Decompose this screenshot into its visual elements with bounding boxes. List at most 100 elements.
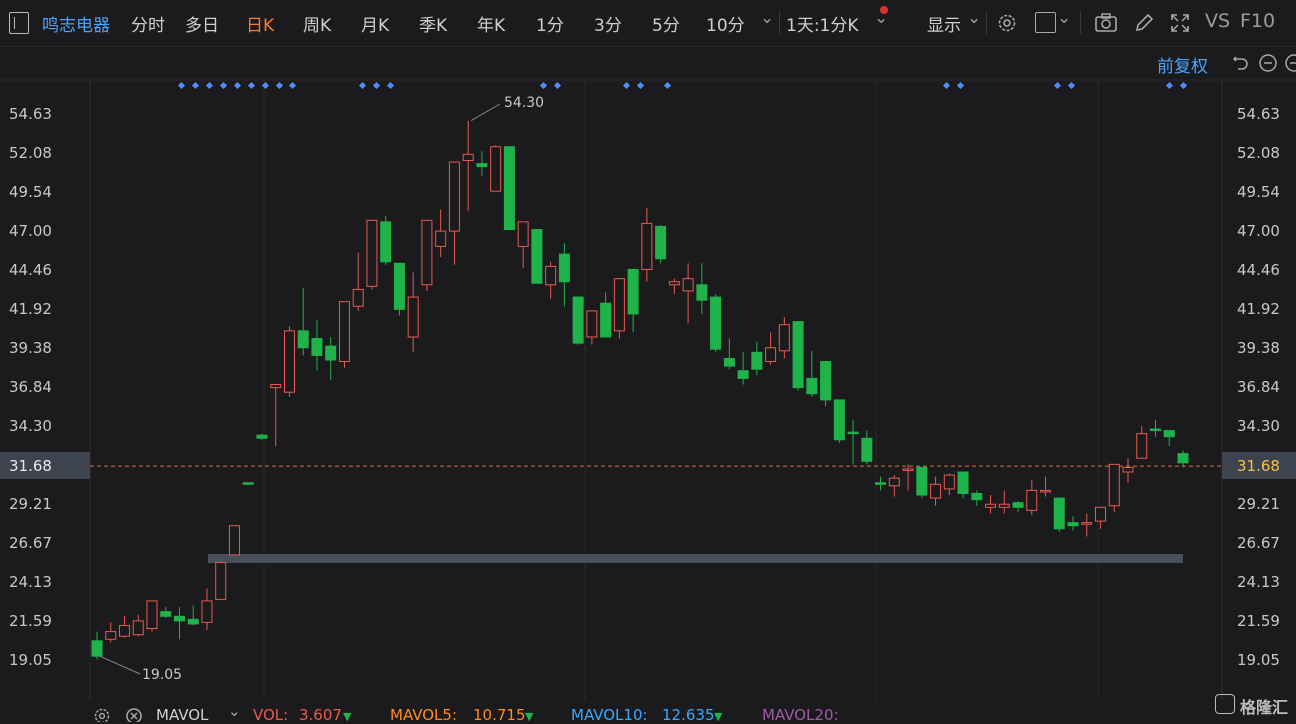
kline-chart[interactable] [0, 47, 1296, 700]
y-tick-right: 52.08 [1237, 144, 1280, 163]
candle-down [847, 431, 859, 435]
candle-up [407, 296, 419, 338]
vol-value: 3.607 [299, 706, 342, 724]
tab-period-2[interactable]: 日K [246, 11, 274, 36]
candle-up [366, 219, 378, 287]
candle-up [586, 310, 598, 338]
tab-period-7[interactable]: 1分 [536, 11, 564, 36]
tab-period-10[interactable]: 10分 [706, 11, 745, 36]
candle-up [215, 562, 227, 600]
tab-period-0[interactable]: 分时 [131, 11, 165, 36]
tab-period-9[interactable]: 5分 [652, 11, 680, 36]
candle-up [1040, 489, 1052, 493]
mavol10-label: MAVOL10: [571, 706, 648, 724]
candle-up [613, 278, 625, 332]
candle-up [668, 281, 680, 286]
watermark-logo-icon [1215, 694, 1235, 714]
settings-gear-icon[interactable] [92, 706, 112, 722]
candle-up [778, 324, 790, 352]
candle-down [393, 262, 405, 310]
candle-down [1150, 428, 1162, 432]
interval-select[interactable]: 1天:1分K [786, 11, 859, 36]
tab-period-3[interactable]: 周K [303, 11, 331, 36]
y-tick-left: 26.67 [9, 534, 52, 553]
candle-down [957, 471, 969, 494]
candle-up [146, 600, 158, 630]
candle-down [1053, 497, 1065, 530]
y-tick-right: 47.00 [1237, 222, 1280, 241]
y-tick-right: 44.46 [1237, 261, 1280, 280]
display-chevron-icon[interactable]: ⌄ [967, 8, 981, 28]
candle-down [325, 345, 337, 361]
candle-down [971, 492, 983, 501]
zoom-in-icon[interactable] [1284, 53, 1296, 73]
candle-up [462, 153, 474, 161]
adjust-mode-button[interactable]: 前复权 [1157, 52, 1208, 77]
y-tick-left: 34.30 [9, 416, 52, 435]
high-leader-line [470, 103, 501, 122]
y-tick-left: 31.68 [9, 457, 52, 476]
candle-up [490, 146, 502, 192]
y-tick-left: 54.63 [9, 105, 52, 123]
candle-up [105, 631, 117, 640]
candle-up [682, 278, 694, 292]
tab-period-1[interactable]: 多日 [185, 11, 219, 36]
indicator-name[interactable]: MAVOL [156, 706, 208, 724]
candle-up [1136, 433, 1148, 459]
candle-up [421, 219, 433, 286]
display-menu[interactable]: 显示 [927, 11, 961, 36]
candle-down [806, 377, 818, 395]
candle-down [503, 146, 515, 231]
divider [986, 12, 987, 34]
fullscreen-icon[interactable] [1169, 12, 1191, 34]
close-circle-icon[interactable] [124, 706, 144, 722]
y-tick-left: 52.08 [9, 144, 52, 163]
pencil-icon[interactable] [1133, 12, 1155, 34]
stock-name[interactable]: 鸣志电器 [42, 11, 110, 36]
tab-period-8[interactable]: 3分 [594, 11, 622, 36]
f10-button[interactable]: F10 [1240, 10, 1275, 32]
undo-icon[interactable] [1230, 53, 1250, 73]
candle-up [1108, 463, 1120, 507]
y-tick-left: 39.38 [9, 339, 52, 358]
tab-period-5[interactable]: 季K [419, 11, 447, 36]
candle-up [283, 330, 295, 393]
mavol5-label: MAVOL5: [390, 706, 458, 724]
high-price-label: 54.30 [504, 95, 545, 111]
y-tick-right: 19.05 [1237, 651, 1280, 669]
candle-down [600, 302, 612, 338]
zoom-out-icon[interactable] [1258, 53, 1278, 73]
mavol20-label: MAVOL20: [762, 706, 839, 724]
vs-button[interactable]: VS [1205, 10, 1230, 32]
camera-icon[interactable] [1094, 12, 1118, 34]
tab-period-6[interactable]: 年K [477, 11, 505, 36]
more-periods-chevron-icon[interactable]: ⌄ [760, 8, 774, 28]
candle-down [1177, 453, 1189, 464]
layout-square-icon[interactable] [1035, 12, 1056, 33]
watermark-text: 格隆汇 [1240, 698, 1289, 717]
gear-icon[interactable] [996, 12, 1018, 34]
candle-up [765, 347, 777, 363]
y-tick-right: 39.38 [1237, 339, 1280, 358]
candle-down [627, 268, 639, 315]
candle-up [998, 503, 1010, 508]
y-tick-left: 19.05 [9, 651, 52, 669]
candle-down [737, 370, 749, 379]
indicator-chevron-icon[interactable]: ⌄ [228, 702, 241, 720]
y-tick-right: 21.59 [1237, 612, 1280, 631]
candle-down [696, 284, 708, 301]
layout-chevron-icon[interactable]: ⌄ [1057, 8, 1071, 28]
candle-up [201, 600, 213, 623]
mavol5-value: 10.715 [473, 706, 526, 724]
y-tick-left: 36.84 [9, 378, 52, 396]
y-tick-left: 49.54 [9, 183, 52, 202]
y-tick-right: 36.84 [1237, 378, 1280, 396]
candle-up [888, 477, 900, 487]
y-tick-right: 41.92 [1237, 300, 1280, 319]
candle-down [751, 351, 763, 370]
candle-down [1163, 430, 1175, 438]
tab-period-4[interactable]: 月K [361, 11, 389, 36]
candle-up [132, 620, 144, 636]
sidebar-toggle-icon[interactable] [9, 12, 29, 34]
candle-down [572, 296, 584, 344]
